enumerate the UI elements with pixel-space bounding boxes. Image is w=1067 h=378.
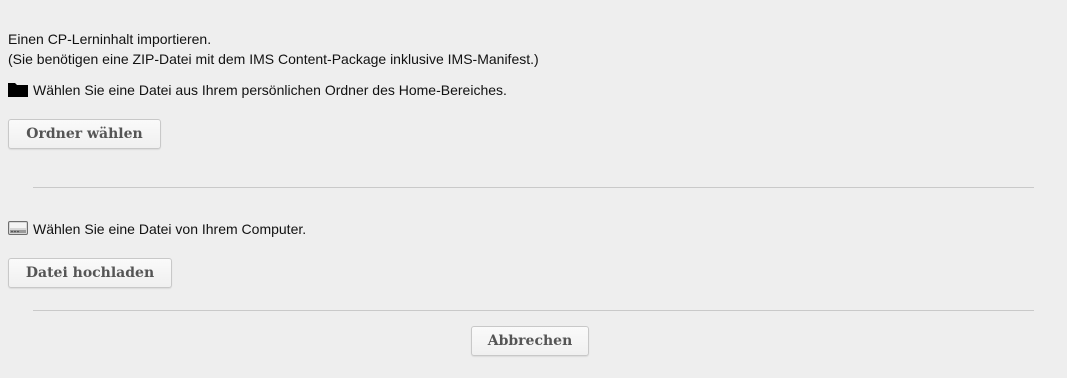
cancel-button[interactable]: Abbrechen [471,326,589,356]
choose-folder-button[interactable]: Ordner wählen [8,119,161,149]
intro-text: Einen CP-Lerninhalt importieren. (Sie be… [8,29,539,69]
cp-import-dialog: Einen CP-Lerninhalt importieren. (Sie be… [0,0,1067,378]
folder-icon [8,81,28,100]
upload-file-button[interactable]: Datei hochladen [8,258,172,288]
intro-title: Einen CP-Lerninhalt importieren. [8,31,212,47]
computer-option-label: Wählen Sie eine Datei von Ihrem Computer… [33,221,307,237]
folder-option: Wählen Sie eine Datei aus Ihrem persönli… [8,80,507,100]
computer-option: Wählen Sie eine Datei von Ihrem Computer… [8,219,306,239]
folder-option-label: Wählen Sie eine Datei aus Ihrem persönli… [33,82,507,98]
hard-drive-icon [8,220,28,239]
section-divider [33,187,1034,188]
footer-divider [33,310,1034,311]
intro-hint: (Sie benötigen eine ZIP-Datei mit dem IM… [8,51,539,67]
